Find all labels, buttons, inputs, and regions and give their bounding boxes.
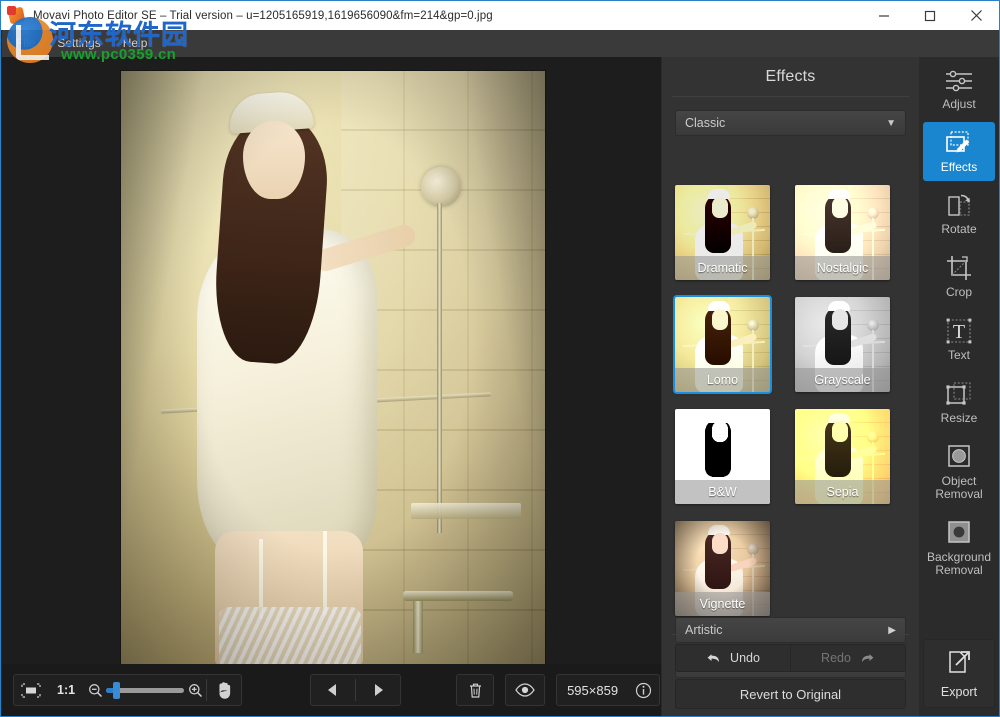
undo-arrow-icon (706, 652, 721, 665)
redo-arrow-icon (860, 652, 875, 665)
title-bar: Movavi Photo Editor SE – Trial version –… (1, 1, 999, 30)
navigation-group (310, 674, 401, 706)
effect-thumb-grayscale[interactable]: Grayscale (795, 297, 890, 392)
edited-photo[interactable] (121, 71, 545, 664)
background-removal-icon (945, 520, 973, 546)
image-canvas-area[interactable] (2, 57, 661, 664)
compare-group (505, 674, 545, 706)
tool-rail: Adjust Effects (919, 57, 999, 716)
sidebar-item-rotate[interactable]: Rotate (923, 185, 995, 243)
redo-label: Redo (821, 651, 851, 665)
panel-divider (672, 634, 909, 635)
resize-icon (945, 381, 973, 407)
image-info-group: 595×859 (556, 674, 660, 706)
export-button[interactable]: Export (923, 639, 995, 708)
zoom-ratio-label[interactable]: 1:1 (48, 683, 84, 697)
sidebar-item-background-removal[interactable]: Background Removal (923, 512, 995, 584)
effect-thumb-sepia[interactable]: Sepia (795, 409, 890, 504)
effect-thumb-label: Lomo (675, 368, 770, 392)
maximize-button[interactable] (907, 1, 953, 30)
app-logo-icon (6, 5, 28, 27)
undo-button[interactable]: Undo (675, 644, 791, 672)
effect-thumb-nostalgic[interactable]: Nostalgic (795, 185, 890, 280)
zoom-slider[interactable] (106, 675, 184, 705)
menu-item-file[interactable]: File (16, 34, 47, 53)
fit-to-screen-icon[interactable] (14, 675, 48, 705)
effect-thumb-lomo[interactable]: Lomo (675, 297, 770, 392)
crop-icon (945, 255, 973, 281)
app-window: Movavi Photo Editor SE – Trial version –… (0, 0, 1000, 717)
effect-thumb-label: Sepia (795, 480, 890, 504)
sidebar-item-crop[interactable]: Crop (923, 247, 995, 306)
delete-group (456, 674, 494, 706)
effect-thumb-dramatic[interactable]: Dramatic (675, 185, 770, 280)
effect-thumb-vignette[interactable]: Vignette (675, 521, 770, 616)
sidebar-item-object-removal[interactable]: Object Removal (923, 436, 995, 508)
effect-thumb-label: Nostalgic (795, 256, 890, 280)
sidebar-item-label: Resize (941, 412, 978, 425)
effect-thumb-bw[interactable]: B&W (675, 409, 770, 504)
menu-item-help[interactable]: Help (123, 34, 160, 53)
undo-label: Undo (730, 651, 760, 665)
effect-thumb-label: B&W (675, 480, 770, 504)
sidebar-item-label: Rotate (941, 223, 976, 236)
panel-divider (672, 96, 909, 97)
export-icon (945, 649, 973, 680)
effect-thumbnail-grid: Dramatic Nostalgic Lomo Grayscale B&W Se… (675, 185, 907, 605)
object-removal-icon (945, 444, 973, 470)
zoom-out-icon[interactable] (84, 675, 106, 705)
minimize-button[interactable] (861, 1, 907, 30)
delete-icon[interactable] (457, 675, 493, 705)
sidebar-item-label: Text (948, 349, 970, 362)
sidebar-item-label: Background Removal (927, 551, 991, 577)
svg-text:T: T (953, 321, 965, 343)
revert-to-original-button[interactable]: Revert to Original (675, 679, 906, 709)
effect-category-value: Classic (685, 116, 725, 130)
sidebar-item-label: Object Removal (935, 475, 982, 501)
sidebar-item-adjust[interactable]: Adjust (923, 61, 995, 118)
zoom-controls-group: 1:1 (13, 674, 242, 706)
sidebar-item-text[interactable]: T Text (923, 310, 995, 369)
sidebar-item-resize[interactable]: Resize (923, 373, 995, 432)
sidebar-item-label: Adjust (942, 98, 975, 111)
close-button[interactable] (953, 1, 999, 30)
chevron-down-icon: ▼ (886, 118, 896, 129)
undo-redo-row: Undo Redo (675, 644, 906, 672)
export-label: Export (941, 685, 977, 699)
effects-panel-title: Effects (662, 57, 919, 96)
redo-button[interactable]: Redo (791, 644, 906, 672)
revert-label: Revert to Original (740, 687, 841, 702)
sidebar-item-effects[interactable]: Effects (923, 122, 995, 181)
effects-icon (945, 130, 973, 156)
previous-image-icon[interactable] (311, 675, 355, 705)
effect-category-dropdown[interactable]: Classic ▼ (675, 110, 906, 136)
hand-tool-icon[interactable] (207, 675, 241, 705)
rotate-icon (944, 193, 974, 218)
info-icon[interactable] (628, 675, 659, 705)
compare-eye-icon[interactable] (506, 675, 544, 705)
sliders-icon (944, 69, 974, 93)
effect-thumb-label: Dramatic (675, 256, 770, 280)
image-dimensions-label: 595×859 (557, 683, 628, 698)
menu-bar: File Settings Help (2, 30, 1000, 57)
effect-thumb-label: Vignette (675, 592, 770, 616)
next-image-icon[interactable] (356, 675, 400, 705)
panel-action-area: Undo Redo Revert to Original (662, 634, 919, 716)
sidebar-item-label: Effects (941, 161, 977, 174)
menu-item-settings[interactable]: Settings (57, 34, 112, 53)
bottom-toolbar: 1:1 (2, 664, 661, 716)
sidebar-item-label: Crop (946, 286, 972, 299)
zoom-in-icon[interactable] (184, 675, 206, 705)
text-icon: T (945, 318, 973, 344)
effects-panel: Effects Classic ▼ Dramatic Nostalgic Lom… (661, 57, 919, 716)
effect-thumb-label: Grayscale (795, 368, 890, 392)
window-title: Movavi Photo Editor SE – Trial version –… (33, 10, 861, 22)
